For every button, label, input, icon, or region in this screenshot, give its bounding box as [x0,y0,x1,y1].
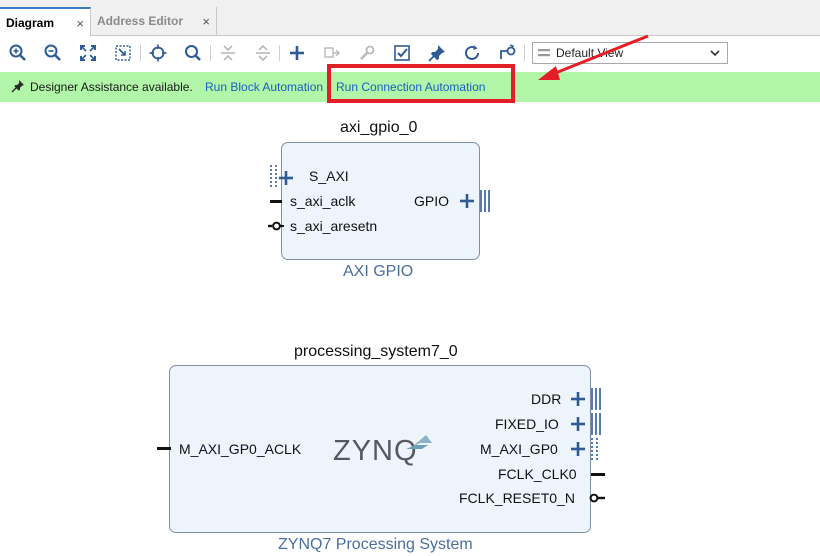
editor-tab-bar: Diagram × Address Editor × [0,0,820,37]
diagram-toolbar: Default View [0,36,820,70]
view-select-value: Default View [556,46,624,60]
ps7-port-fclk-reset0-n: FCLK_RESET0_N [459,490,575,506]
ps7-port-fixed-io: FIXED_IO [495,416,559,432]
run-connection-automation-link[interactable]: Run Connection Automation [336,80,485,94]
gpio-ip-name: AXI GPIO [343,263,414,280]
add-ip-icon[interactable] [287,43,307,63]
reset-pin-icon[interactable] [587,492,605,504]
zoom-in-icon[interactable] [8,43,28,63]
run-block-automation-link[interactable]: Run Block Automation [205,80,323,94]
ps7-ip-name: ZYNQ7 Processing System [278,536,473,553]
fit-view-icon[interactable] [78,43,98,63]
make-external-icon[interactable] [322,43,342,63]
regenerate-layout-icon[interactable] [462,43,482,63]
ps7-instance-name: processing_system7_0 [294,343,458,360]
clock-pin-icon[interactable] [591,473,605,477]
gpio-port-gpio: GPIO [414,193,450,209]
gpio-port-s-axi-aresetn: s_axi_aresetn [290,218,378,234]
gpio-bus-port-icon[interactable] [458,189,494,213]
tab-address-editor[interactable]: Address Editor × [91,7,217,36]
reset-pin-icon[interactable] [268,220,284,232]
zoom-out-icon[interactable] [43,43,63,63]
expand-icon[interactable] [253,43,273,63]
tab-diagram-close-icon[interactable]: × [76,16,84,31]
tab-address-editor-label: Address Editor [97,14,184,28]
optimize-routing-icon[interactable] [497,43,517,63]
tab-diagram[interactable]: Diagram × [0,7,91,37]
s-axi-bus-port-icon[interactable] [268,164,304,188]
toolbar-separator [140,45,141,61]
view-list-icon [538,49,550,57]
tab-diagram-label: Diagram [6,16,55,30]
zynq-logo-swoosh-icon [406,435,432,449]
collapse-icon[interactable] [218,43,238,63]
clock-pin-icon[interactable] [270,200,282,204]
pin-icon [11,80,24,93]
ps7-port-m-axi-gp0: M_AXI_GP0 [480,441,558,457]
validate-design-icon[interactable] [392,43,412,63]
search-icon[interactable] [183,43,203,63]
block-design-canvas[interactable]: axi_gpio_0 S_AXI s_axi_aclk s_axi_areset… [0,102,820,556]
chevron-down-icon [710,50,720,57]
view-select[interactable]: Default View [532,42,728,64]
toolbar-separator [210,45,211,61]
tab-address-editor-close-icon[interactable]: × [202,14,210,29]
ps7-port-m-axi-gp0-aclk: M_AXI_GP0_ACLK [179,441,302,457]
autofit-selection-icon[interactable] [148,43,168,63]
pin-icon[interactable] [427,43,447,63]
toolbar-separator [279,45,280,61]
ps7-port-fclk-clk0: FCLK_CLK0 [498,466,577,482]
gpio-instance-name: axi_gpio_0 [340,119,418,136]
designer-assistance-bar: Designer Assistance available. Run Block… [0,72,820,102]
clock-pin-icon[interactable] [157,447,171,451]
toolbar-separator [524,45,525,61]
zoom-area-icon[interactable] [113,43,133,63]
gpio-port-s-axi: S_AXI [309,168,349,184]
ddr-bus-port-icon[interactable] [569,387,605,411]
fixed-io-bus-port-icon[interactable] [569,412,605,436]
gpio-port-s-axi-aclk: s_axi_aclk [290,193,356,209]
ps7-port-ddr: DDR [531,391,562,407]
properties-wrench-icon[interactable] [357,43,377,63]
assistance-message: Designer Assistance available. [30,80,193,94]
m-axi-gp0-bus-port-icon[interactable] [569,437,605,461]
